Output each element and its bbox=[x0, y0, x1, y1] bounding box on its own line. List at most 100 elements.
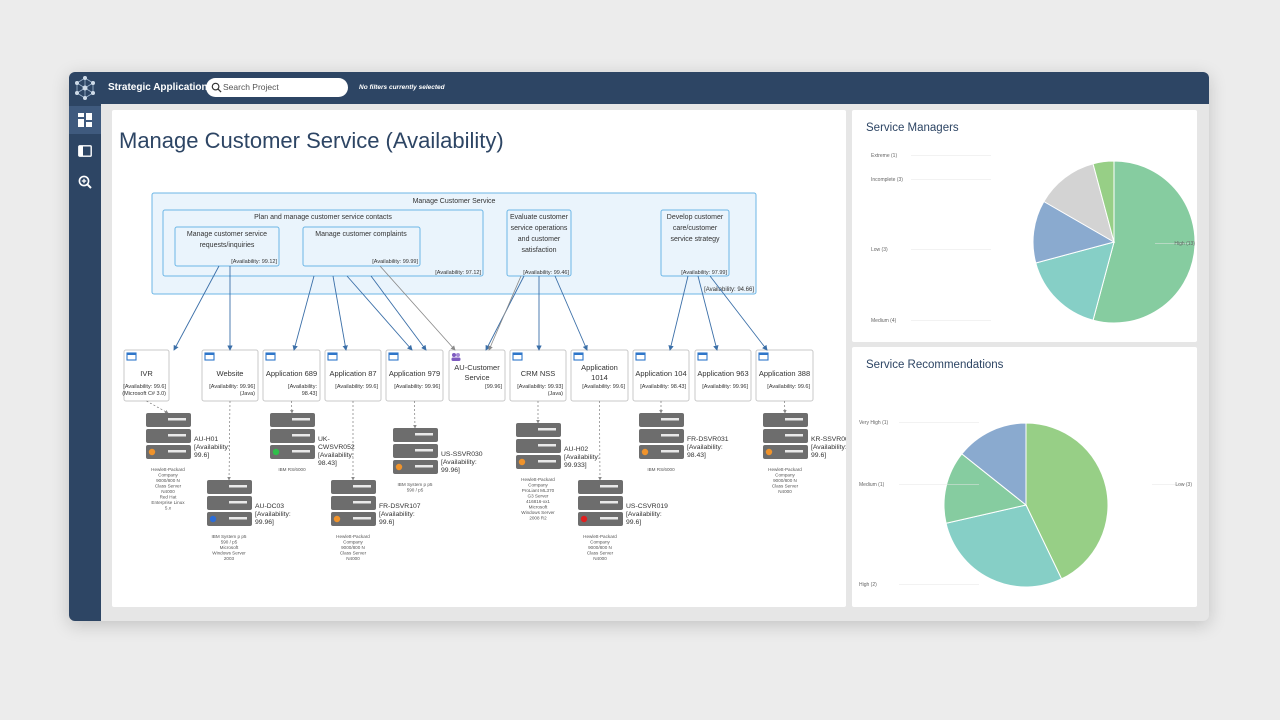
server-label: 99.96] bbox=[441, 467, 460, 474]
process-group-label: service operations bbox=[511, 225, 568, 232]
server-spec: Class Server bbox=[587, 551, 614, 556]
window-icon bbox=[759, 353, 768, 355]
application-availability: (Java) bbox=[548, 391, 563, 397]
server-label: 98.43] bbox=[687, 452, 706, 459]
server-label: [Availability: bbox=[811, 444, 846, 451]
server-spec: Company bbox=[528, 483, 548, 488]
server-label: US-CSVR019 bbox=[626, 503, 668, 510]
window-icon bbox=[513, 353, 522, 355]
window-icon bbox=[205, 353, 214, 355]
process-outer-availability: [Availability: 94.66] bbox=[704, 287, 754, 293]
server-status-indicator bbox=[148, 448, 156, 456]
app-window: Strategic Application No filters current… bbox=[69, 72, 1209, 621]
server-status-indicator bbox=[395, 463, 403, 471]
search-input[interactable] bbox=[223, 79, 341, 95]
server-spec: Microsoft bbox=[220, 545, 239, 550]
server-spec: Windows Server bbox=[521, 510, 555, 515]
application-availability: [Availability: 98.43] bbox=[640, 384, 686, 390]
server-label: AU-DC03 bbox=[255, 503, 284, 510]
service-recommendations-title: Service Recommendations bbox=[866, 359, 1004, 371]
process-outer-label: Manage Customer Service bbox=[413, 198, 496, 205]
hosting-connector bbox=[227, 400, 231, 481]
service-recommendations-label-very-high: Very High (1) bbox=[859, 420, 889, 426]
application-availability: [Availability: 99.93] bbox=[517, 384, 563, 390]
server-slot bbox=[229, 485, 247, 488]
hosting-connector bbox=[598, 400, 602, 481]
server-spec: 590 / p5 bbox=[407, 488, 424, 493]
server-slot bbox=[785, 434, 803, 437]
service-recommendations-label-high: High (2) bbox=[859, 582, 877, 588]
sidebar-item-dashboard[interactable] bbox=[69, 106, 101, 134]
server-slot bbox=[292, 450, 310, 453]
window-icon bbox=[389, 353, 398, 355]
window-icon bbox=[266, 353, 275, 355]
application-name: AU-Customer bbox=[454, 363, 500, 372]
application-availability: [Availability: 99.6] bbox=[123, 384, 166, 390]
server-label: 99.6] bbox=[194, 452, 209, 459]
application-name: Application 689 bbox=[266, 369, 317, 378]
service-recommendations-label-low: Low (3) bbox=[1175, 482, 1192, 488]
server-spec: Company bbox=[775, 473, 795, 478]
server-spec: Hewlett-Packard bbox=[151, 467, 185, 472]
server-slot bbox=[600, 501, 618, 504]
server-slot bbox=[600, 485, 618, 488]
server-status-indicator bbox=[641, 448, 649, 456]
application-availability: [Availability: bbox=[288, 384, 317, 390]
server-slot bbox=[415, 433, 433, 436]
process-group-label: Plan and manage customer service contact… bbox=[254, 214, 392, 221]
dependency-diagram[interactable]: Manage Customer Service [Availability: 94… bbox=[112, 110, 846, 607]
server-slot bbox=[292, 434, 310, 437]
window-icon bbox=[328, 353, 337, 355]
server-spec: N4000 bbox=[778, 489, 792, 494]
application-name: Service bbox=[464, 373, 489, 382]
server-spec: Red Hat bbox=[160, 495, 178, 500]
service-managers-label-incomplete: Incomplete (3) bbox=[871, 177, 903, 183]
server-spec: Hewlett-Packard bbox=[768, 467, 802, 472]
service-managers-label-medium: Medium (4) bbox=[871, 318, 897, 324]
search-box[interactable] bbox=[206, 78, 348, 97]
window-icon bbox=[127, 353, 136, 355]
hosting-connector bbox=[290, 400, 294, 414]
server-slot bbox=[353, 501, 371, 504]
sidebar-item-panel[interactable] bbox=[69, 137, 101, 165]
server-spec: Class Server bbox=[155, 484, 182, 489]
service-recommendations-chart[interactable]: Very High (1) Medium (1) High (2) Low (3) bbox=[852, 347, 1197, 607]
server-slot bbox=[415, 449, 433, 452]
server-slot bbox=[292, 418, 310, 421]
service-managers-label-extreme: Extreme (1) bbox=[871, 153, 897, 159]
dashboard-icon bbox=[78, 113, 92, 127]
process-group-availability: [Availability: 99.46] bbox=[523, 270, 569, 276]
server-label: AU-H02 bbox=[564, 446, 588, 453]
server-spec: 2008 R2 bbox=[529, 516, 547, 521]
server-slot bbox=[229, 517, 247, 520]
server-spec: Hewlett-Packard bbox=[521, 477, 555, 482]
sidebar-item-zoom[interactable] bbox=[69, 168, 101, 196]
server-status-indicator bbox=[272, 448, 280, 456]
service-managers-label-high: High (13) bbox=[1174, 241, 1195, 247]
server-spec: 416816-xx1 bbox=[526, 499, 550, 504]
application-name: Application 963 bbox=[697, 369, 748, 378]
server-spec: IBM RS/6000 bbox=[278, 467, 306, 472]
server-label: 99.933] bbox=[564, 462, 587, 469]
hosting-connector bbox=[146, 400, 169, 414]
server-spec: Company bbox=[158, 473, 178, 478]
server-slot bbox=[661, 418, 679, 421]
server-spec: IBM System p p5 bbox=[212, 534, 247, 539]
server-spec: ProLiant ML370 bbox=[522, 488, 555, 493]
team-icon bbox=[452, 353, 456, 357]
server-spec: N4000 bbox=[161, 489, 175, 494]
server-spec: 590 / p5 bbox=[221, 540, 238, 545]
server-spec: N4000 bbox=[346, 556, 360, 561]
server-label: UK- bbox=[318, 436, 330, 443]
server-slot bbox=[661, 450, 679, 453]
app-logo-icon[interactable] bbox=[71, 74, 99, 102]
server-status-indicator bbox=[518, 458, 526, 466]
server-slot bbox=[661, 434, 679, 437]
server-label: [Availability: bbox=[687, 444, 723, 451]
service-managers-chart[interactable]: Extreme (1) Incomplete (3) Low (3) Medium (… bbox=[852, 110, 1197, 342]
server-slot bbox=[353, 485, 371, 488]
server-spec: 9000/800 N bbox=[341, 545, 365, 550]
service-recommendations-panel: Very High (1) Medium (1) High (2) Low (3) S… bbox=[852, 347, 1197, 607]
server-label: 99.6] bbox=[811, 452, 826, 459]
top-bar: Strategic Application No filters current… bbox=[69, 72, 1209, 104]
